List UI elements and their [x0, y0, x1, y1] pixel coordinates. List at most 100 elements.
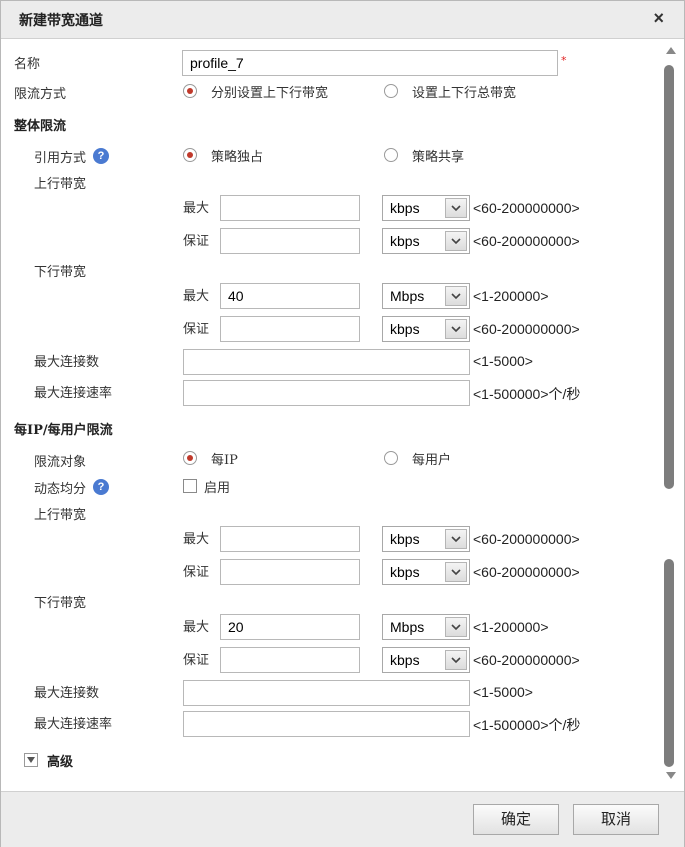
radio-shared[interactable] [384, 148, 398, 162]
downlink-label: 下行带宽 [34, 265, 87, 280]
per-max-conn-rate-input[interactable] [183, 711, 470, 737]
unit-value: Mbps [390, 619, 425, 635]
range-hint: <60-200000000> [473, 564, 580, 580]
max-label: 最大 [183, 620, 210, 635]
uplink-label: 上行带宽 [34, 508, 87, 523]
radio-per-ip-label: 每IP [211, 453, 238, 468]
per-max-conn-input[interactable] [183, 680, 470, 706]
enable-checkbox[interactable] [183, 479, 197, 493]
vertical-scrollbar[interactable] [662, 41, 678, 787]
radio-per-user-label: 每用户 [412, 453, 452, 468]
per-down-max-input[interactable] [220, 614, 360, 640]
dynamic-label: 动态均分 [34, 482, 87, 497]
range-hint: <60-200000000> [473, 652, 580, 668]
unit-value: kbps [390, 321, 420, 337]
per-down-max-unit-select[interactable]: Mbps [382, 614, 470, 640]
ref-mode-label: 引用方式 [34, 151, 87, 166]
overall-max-conn-input[interactable] [183, 349, 470, 375]
overall-up-guarantee-unit-select[interactable]: kbps [382, 228, 470, 254]
range-hint: <1-500000>个/秒 [473, 386, 581, 402]
per-up-guarantee-unit-select[interactable]: kbps [382, 559, 470, 585]
per-up-max-unit-select[interactable]: kbps [382, 526, 470, 552]
help-icon[interactable]: ? [93, 479, 109, 495]
radio-separate-label: 分别设置上下行带宽 [211, 86, 329, 101]
close-icon[interactable]: × [653, 8, 664, 29]
unit-value: Mbps [390, 288, 425, 304]
range-hint: <60-200000000> [473, 233, 580, 249]
limit-mode-label: 限流方式 [14, 87, 67, 102]
overall-up-max-input[interactable] [220, 195, 360, 221]
range-hint: <1-5000> [473, 353, 533, 369]
guarantee-label: 保证 [183, 234, 210, 249]
max-label: 最大 [183, 201, 210, 216]
dialog-content: 名称 * 限流方式 分别设置上下行带宽 设置上下行总带宽 整体限流 引用方式 ?… [1, 39, 684, 791]
chevron-down-icon [445, 286, 467, 306]
radio-per-ip[interactable] [183, 451, 197, 465]
chevron-down-icon [445, 529, 467, 549]
max-conn-label: 最大连接数 [34, 686, 100, 701]
per-section-title: 每IP/每用户限流 [14, 423, 113, 438]
overall-down-guarantee-input[interactable] [220, 316, 360, 342]
unit-value: kbps [390, 200, 420, 216]
scroll-down-icon[interactable] [666, 772, 676, 779]
scrollbar-thumb-lower[interactable] [664, 559, 674, 767]
dialog-titlebar: 新建带宽通道 × [1, 1, 684, 39]
per-up-max-input[interactable] [220, 526, 360, 552]
max-label: 最大 [183, 532, 210, 547]
guarantee-label: 保证 [183, 322, 210, 337]
unit-value: kbps [390, 531, 420, 547]
range-hint: <60-200000000> [473, 321, 580, 337]
overall-max-conn-rate-input[interactable] [183, 380, 470, 406]
advanced-toggle[interactable]: 高级 [47, 751, 73, 770]
radio-total[interactable] [384, 84, 398, 98]
overall-section-title: 整体限流 [14, 119, 67, 134]
radio-exclusive-label: 策略独占 [211, 150, 264, 165]
radio-shared-label: 策略共享 [412, 150, 465, 165]
required-mark: * [561, 54, 567, 67]
max-conn-label: 最大连接数 [34, 355, 100, 370]
guarantee-label: 保证 [183, 565, 210, 580]
overall-down-max-input[interactable] [220, 283, 360, 309]
range-hint: <1-200000> [473, 619, 549, 635]
name-input[interactable] [182, 50, 558, 76]
cancel-button[interactable]: 取消 [573, 804, 659, 835]
dialog-footer: 确定 取消 [1, 791, 684, 847]
per-down-guarantee-input[interactable] [220, 647, 360, 673]
chevron-down-icon [445, 617, 467, 637]
overall-up-guarantee-input[interactable] [220, 228, 360, 254]
ok-button[interactable]: 确定 [473, 804, 559, 835]
radio-total-label: 设置上下行总带宽 [412, 86, 517, 101]
range-hint: <1-5000> [473, 684, 533, 700]
radio-separate[interactable] [183, 84, 197, 98]
scrollbar-thumb[interactable] [664, 65, 674, 489]
scroll-up-icon[interactable] [666, 47, 676, 54]
expand-icon[interactable] [24, 753, 38, 767]
per-down-guarantee-unit-select[interactable]: kbps [382, 647, 470, 673]
downlink-label: 下行带宽 [34, 596, 87, 611]
overall-down-guarantee-unit-select[interactable]: kbps [382, 316, 470, 342]
guarantee-label: 保证 [183, 653, 210, 668]
unit-value: kbps [390, 233, 420, 249]
chevron-down-icon [445, 198, 467, 218]
chevron-down-icon [445, 562, 467, 582]
uplink-label: 上行带宽 [34, 177, 87, 192]
chevron-down-icon [445, 319, 467, 339]
range-hint: <60-200000000> [473, 200, 580, 216]
max-conn-rate-label: 最大连接速率 [34, 386, 113, 401]
limit-target-label: 限流对象 [34, 455, 87, 470]
enable-label: 启用 [204, 481, 231, 496]
range-hint: <1-200000> [473, 288, 549, 304]
radio-exclusive[interactable] [183, 148, 197, 162]
unit-value: kbps [390, 564, 420, 580]
max-label: 最大 [183, 289, 210, 304]
radio-per-user[interactable] [384, 451, 398, 465]
range-hint: <1-500000>个/秒 [473, 717, 581, 733]
unit-value: kbps [390, 652, 420, 668]
max-conn-rate-label: 最大连接速率 [34, 717, 113, 732]
overall-up-max-unit-select[interactable]: kbps [382, 195, 470, 221]
name-label: 名称 [14, 57, 41, 72]
help-icon[interactable]: ? [93, 148, 109, 164]
overall-down-max-unit-select[interactable]: Mbps [382, 283, 470, 309]
per-up-guarantee-input[interactable] [220, 559, 360, 585]
chevron-down-icon [445, 231, 467, 251]
